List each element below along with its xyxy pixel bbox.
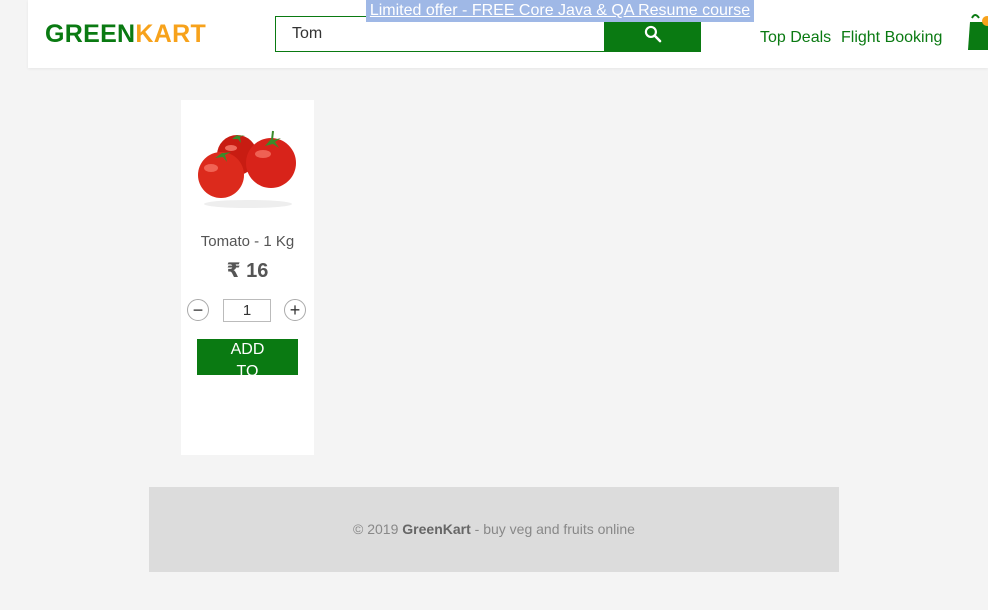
footer-brand: GreenKart — [402, 521, 471, 537]
brand-logo[interactable]: GREENKART — [45, 20, 206, 48]
footer: © 2019 GreenKart - buy veg and fruits on… — [149, 487, 839, 572]
brand-logo-orange: KART — [135, 20, 207, 48]
tomato-image — [198, 130, 296, 208]
product-name: Tomato - 1 Kg — [200, 233, 295, 250]
search-icon — [644, 25, 661, 43]
footer-copyright: © 2019 — [353, 521, 399, 537]
brand-logo-green: GREEN — [45, 20, 136, 48]
nav-link-top-deals[interactable]: Top Deals — [760, 28, 831, 48]
promo-banner-link[interactable]: Limited offer - FREE Core Java & QA Resu… — [366, 0, 754, 22]
footer-text: © 2019 GreenKart - buy veg and fruits on… — [149, 521, 839, 537]
product-price: ₹ 16 — [226, 260, 269, 282]
footer-tagline: - buy veg and fruits online — [474, 521, 635, 537]
decrement-button[interactable]: − — [187, 299, 209, 321]
product-card: Tomato - 1 Kg ₹ 16 − + ADD TO CART — [181, 100, 314, 455]
increment-button[interactable]: + — [284, 299, 306, 321]
quantity-input[interactable] — [223, 299, 271, 322]
cart-icon[interactable] — [966, 14, 988, 52]
add-to-cart-button[interactable]: ADD TO CART — [197, 339, 298, 375]
nav-link-flight-booking[interactable]: Flight Booking — [841, 28, 942, 48]
